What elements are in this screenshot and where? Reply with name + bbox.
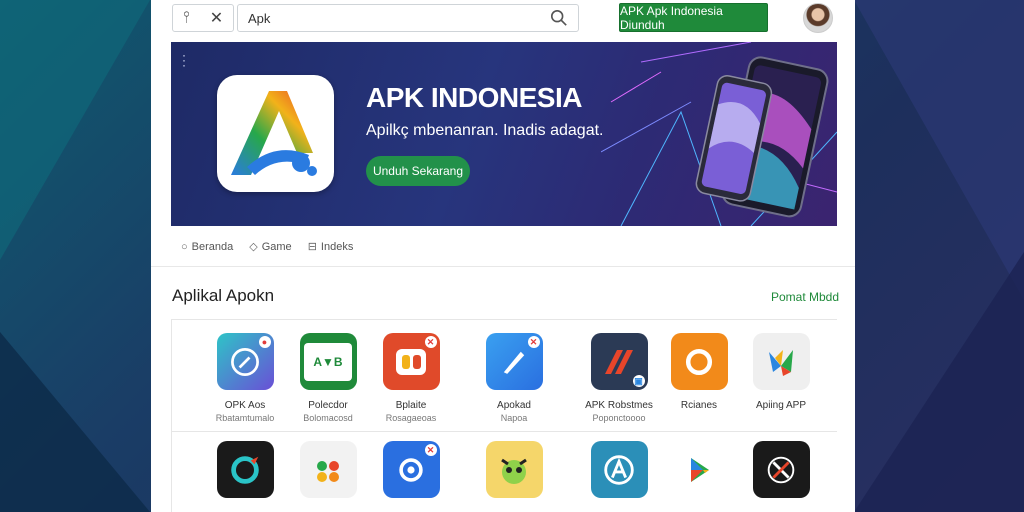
app-card[interactable]: [197, 441, 293, 498]
hero-banner: · · · APK INDONESIA Apilkç mbenanran. Inad: [171, 42, 837, 226]
chip-label: Game: [261, 240, 292, 253]
tag-icon: ◇: [249, 241, 258, 253]
hero-title: APK INDONESIA: [366, 82, 582, 113]
pin-icon[interactable]: ⫯: [183, 9, 190, 27]
tools-icon: [752, 441, 810, 498]
app-subtitle: Poponctoooo: [592, 413, 646, 423]
app-subtitle: Rosagaeoas: [385, 413, 437, 423]
search-icon[interactable]: [550, 9, 568, 27]
app-name: Bplaite: [395, 400, 427, 411]
app-card[interactable]: ✕ Apokad Napoa: [466, 333, 562, 423]
chip-label: Beranda: [191, 240, 234, 253]
top-bar: ⫯ ✕ APK Apk Indonesia Diunduh: [151, 0, 855, 36]
app-card[interactable]: ✕: [363, 441, 459, 498]
text-logo-icon: A▼B: [299, 333, 357, 390]
chip-indeks[interactable]: ⊟ Indeks: [307, 240, 354, 254]
see-more-link[interactable]: Pomat Mbdd: [771, 290, 839, 304]
close-icon[interactable]: ✕: [210, 8, 223, 28]
app-name: OPK Aos: [224, 400, 266, 411]
monster-icon: [485, 441, 543, 498]
more-icon[interactable]: · · ·: [182, 49, 186, 71]
letter-a-icon: [590, 441, 648, 498]
app-card[interactable]: ✕ Bplaite Rosagaeoas: [363, 333, 459, 423]
swirl-icon: ✕: [382, 441, 440, 498]
compass-icon: ●: [216, 333, 274, 390]
chip-game[interactable]: ◇ Game: [249, 240, 292, 254]
app-card[interactable]: Apiing APP: [733, 333, 829, 413]
puzzle-icon: ✕: [382, 333, 440, 390]
app-card[interactable]: A▼B Polecdor Bolomacosd: [280, 333, 376, 423]
app-name: Apokad: [497, 400, 531, 411]
background-shape: [0, 0, 150, 260]
grid-line: [171, 431, 837, 432]
ring-icon: [670, 333, 728, 390]
stripe-icon: ▣: [590, 333, 648, 390]
kite-icon: [752, 333, 810, 390]
pencil-icon: ✕: [485, 333, 543, 390]
app-card[interactable]: [280, 441, 376, 498]
section-title: Aplikal Apokn: [172, 286, 275, 305]
grid-line: [171, 319, 172, 512]
grid-icon: ⊟: [307, 241, 317, 253]
phone-illustration: [601, 42, 837, 226]
app-logo: [217, 75, 334, 192]
app-store-window: ⫯ ✕ APK Apk Indonesia Diunduh ···: [151, 0, 855, 512]
category-chips: ○ Beranda ◇ Game ⊟ Indeks: [181, 240, 354, 254]
chip-label: Indeks: [320, 240, 354, 253]
install-button[interactable]: APK Apk Indonesia Diunduh: [619, 3, 768, 32]
grid-line: [171, 319, 837, 320]
divider: [151, 266, 855, 267]
hero-subtitle: Apilkç mbenanran. Inadis adagat.: [366, 122, 604, 139]
app-card[interactable]: ● OPK Aos Rbatamtumalo: [197, 333, 293, 423]
nav-controls: ⫯ ✕: [172, 4, 234, 32]
app-name: Apiing APP: [755, 400, 807, 411]
avatar[interactable]: [803, 3, 833, 33]
app-subtitle: Napoa: [500, 413, 528, 423]
search-input[interactable]: [248, 10, 550, 26]
hero-download-button[interactable]: Unduh Sekarang: [366, 156, 470, 186]
app-subtitle: Bolomacosd: [303, 413, 353, 423]
app-card[interactable]: [466, 441, 562, 498]
chip-beranda[interactable]: ○ Beranda: [181, 240, 233, 253]
background-shape: [0, 332, 150, 512]
circle-icon: ○: [181, 240, 188, 253]
search-bar[interactable]: [237, 4, 579, 32]
apk-logo-icon: [231, 91, 317, 176]
background-shape: [854, 252, 1024, 512]
chat-icon: [216, 441, 274, 498]
dots-icon: [299, 441, 357, 498]
play-icon: [670, 441, 728, 498]
app-card[interactable]: [733, 441, 829, 498]
app-subtitle: Rbatamtumalo: [215, 413, 275, 423]
app-name: Polecdor: [308, 400, 348, 411]
